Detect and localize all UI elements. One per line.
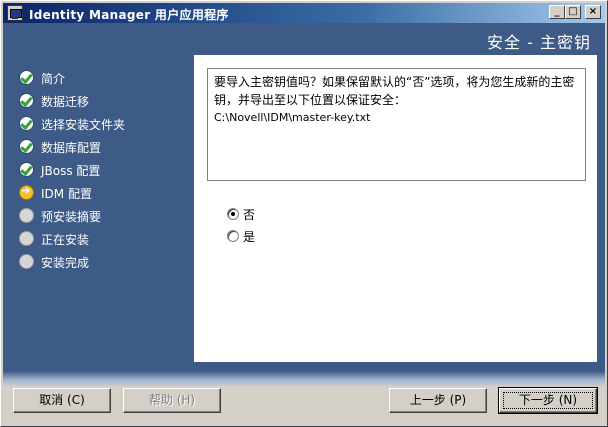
pending-dot-icon — [19, 208, 34, 223]
maximize-button[interactable]: □ — [565, 5, 581, 19]
help-button[interactable]: 帮助 (H) — [123, 388, 221, 413]
option-yes-label: 是 — [243, 230, 256, 244]
step-item: 预安装摘要 — [19, 205, 199, 228]
step-item-current: IDM 配置 — [19, 182, 199, 205]
check-icon — [19, 162, 34, 177]
check-icon — [19, 139, 34, 154]
step-label: JBoss 配置 — [41, 164, 101, 178]
step-label: 数据库配置 — [41, 141, 102, 155]
step-label: 数据迁移 — [41, 95, 90, 109]
check-icon — [19, 116, 34, 131]
next-button[interactable]: 下一步 (N) — [498, 387, 598, 414]
check-icon — [19, 70, 34, 85]
step-label: 简介 — [41, 72, 66, 86]
window-title: Identity Manager 用户应用程序 — [29, 8, 229, 22]
pending-dot-icon — [19, 231, 34, 246]
radio-yes[interactable] — [227, 230, 239, 242]
previous-button[interactable]: 上一步 (P) — [389, 388, 487, 413]
arrow-right-icon — [19, 184, 34, 200]
cancel-button[interactable]: 取消 (C) — [13, 388, 111, 413]
step-item: 简介 — [19, 67, 199, 90]
option-no-label: 否 — [243, 208, 256, 222]
title-bar[interactable]: Identity Manager 用户应用程序 _ □ × — [3, 3, 605, 23]
page-title: 安全 - 主密钥 — [487, 33, 591, 52]
message-textarea[interactable]: 要导入主密钥值吗？如果保留默认的“否”选项，将为您生成新的主密钥，并导出至以下位… — [207, 68, 586, 181]
step-item: 选择安装文件夹 — [19, 113, 199, 136]
step-label: 选择安装文件夹 — [41, 118, 126, 132]
minimize-button[interactable]: _ — [549, 5, 565, 19]
check-icon — [19, 93, 34, 108]
focus-rect — [503, 392, 593, 409]
step-item: 正在安装 — [19, 228, 199, 251]
step-item: 安装完成 — [19, 251, 199, 274]
pending-dot-icon — [19, 254, 34, 269]
step-list: 简介 数据迁移 选择安装文件夹 数据库配置 JBoss 配置 IDM 配置 预安… — [19, 67, 199, 274]
app-icon — [7, 5, 23, 21]
step-label: 安装完成 — [41, 256, 90, 270]
footer-gradient — [3, 371, 605, 387]
close-button[interactable]: × — [585, 5, 601, 19]
header-banner: 安全 - 主密钥 — [3, 23, 605, 57]
message-text: 要导入主密钥值吗？如果保留默认的“否”选项，将为您生成新的主密钥，并导出至以下位… — [214, 75, 575, 107]
step-item: 数据迁移 — [19, 90, 199, 113]
step-label: 预安装摘要 — [41, 210, 102, 224]
step-item: JBoss 配置 — [19, 159, 199, 182]
installer-window: Identity Manager 用户应用程序 _ □ × 安全 - 主密钥 简… — [0, 0, 608, 427]
key-file-path: C:\Novell\IDM\master-key.txt — [214, 111, 371, 124]
step-label: 正在安装 — [41, 233, 90, 247]
radio-no[interactable] — [227, 208, 239, 220]
step-label: IDM 配置 — [41, 187, 92, 201]
step-item: 数据库配置 — [19, 136, 199, 159]
